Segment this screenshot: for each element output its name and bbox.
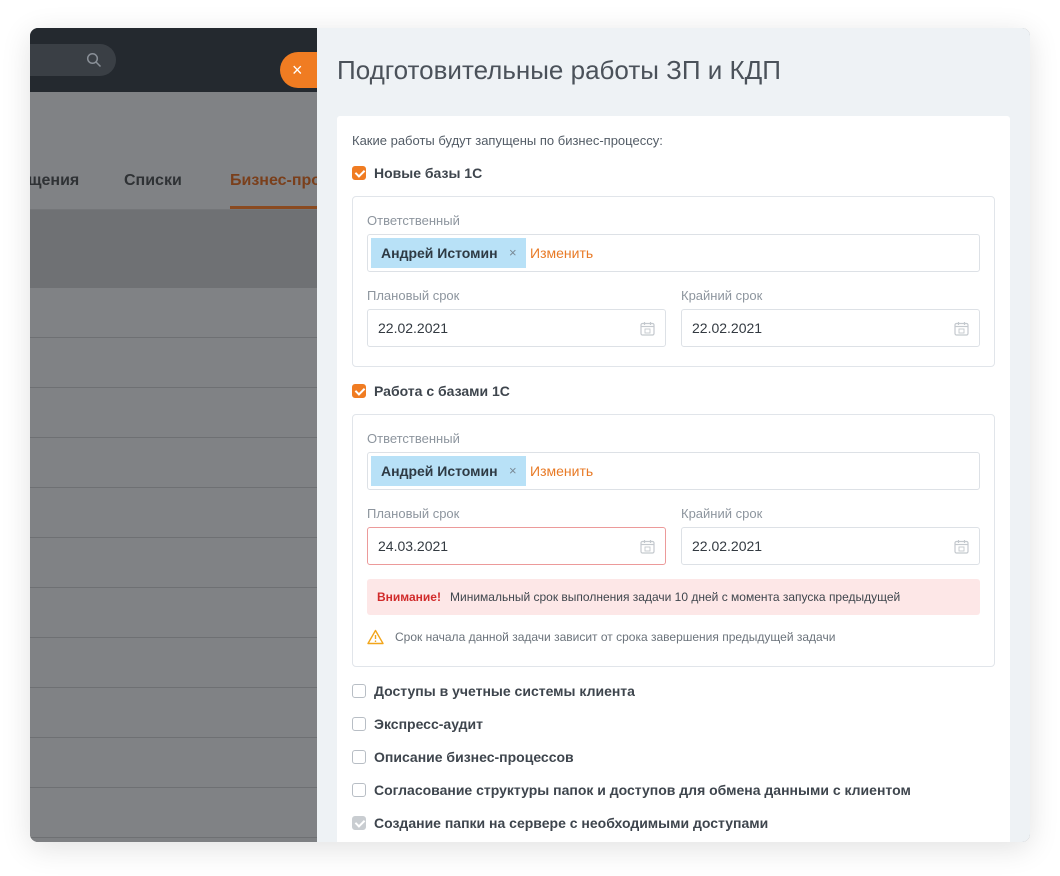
task-checkbox[interactable] — [352, 166, 366, 180]
task-label: Работа с базами 1С — [374, 383, 510, 399]
task-section: Ответственный Андрей Истомин × Изменить П… — [352, 414, 995, 667]
calendar-icon[interactable] — [640, 321, 655, 336]
date-value: 24.03.2021 — [378, 538, 449, 554]
table-row[interactable] — [30, 488, 317, 538]
task-label: Создание папки на сервере с необходимыми… — [374, 815, 769, 831]
planned-date-label: Плановый срок — [367, 288, 460, 303]
task-checkbox[interactable] — [352, 684, 366, 698]
app-window: щения Списки Бизнес-про × Подготовительн… — [30, 28, 1030, 842]
warning-message: Внимание! Минимальный срок выполнения за… — [367, 579, 980, 615]
task-label: Новые базы 1С — [374, 165, 483, 181]
user-name: Андрей Истомин — [381, 463, 498, 479]
calendar-icon[interactable] — [954, 539, 969, 554]
task-new-bases[interactable]: Новые базы 1С — [352, 165, 482, 181]
task-checkbox — [352, 816, 366, 830]
task-label: Согласование структуры папок и доступов … — [374, 782, 911, 798]
table-rows — [30, 288, 317, 838]
date-value: 22.02.2021 — [692, 320, 763, 336]
warning-title: Внимание! — [377, 590, 441, 604]
change-responsible-link[interactable]: Изменить — [530, 235, 593, 271]
background-content: щения Списки Бизнес-про — [30, 92, 321, 842]
deadline-input[interactable]: 22.02.2021 — [681, 309, 980, 347]
task-label: Экспресс-аудит — [374, 716, 483, 732]
task-folder-structure[interactable]: Согласование структуры папок и доступов … — [352, 782, 911, 798]
close-icon: × — [292, 60, 303, 80]
user-chip: Андрей Истомин × — [371, 238, 526, 268]
task-checkbox[interactable] — [352, 750, 366, 764]
tab-business-processes[interactable]: Бизнес-про — [230, 172, 321, 190]
date-value: 22.02.2021 — [692, 538, 763, 554]
active-tab-indicator — [230, 206, 317, 209]
search-icon — [86, 52, 102, 68]
panel-title: Подготовительные работы ЗП и КДП — [337, 55, 781, 85]
date-value: 22.02.2021 — [378, 320, 449, 336]
table-row[interactable] — [30, 738, 317, 788]
task-section: Ответственный Андрей Истомин × Изменить П… — [352, 196, 995, 367]
task-work-with-bases[interactable]: Работа с базами 1С — [352, 383, 510, 399]
task-checkbox[interactable] — [352, 384, 366, 398]
table-row[interactable] — [30, 288, 317, 338]
close-panel-button[interactable]: × — [280, 52, 320, 88]
sub-header — [30, 92, 317, 144]
planned-date-input[interactable]: 24.03.2021 — [367, 527, 666, 565]
responsible-label: Ответственный — [367, 213, 460, 228]
table-row[interactable] — [30, 588, 317, 638]
tab-lists[interactable]: Списки — [124, 172, 182, 190]
calendar-icon[interactable] — [640, 539, 655, 554]
task-checkbox[interactable] — [352, 783, 366, 797]
deadline-input[interactable]: 22.02.2021 — [681, 527, 980, 565]
table-row[interactable] — [30, 788, 317, 838]
task-process-description[interactable]: Описание бизнес-процессов — [352, 749, 574, 765]
table-row[interactable] — [30, 688, 317, 738]
user-name: Андрей Истомин — [381, 245, 498, 261]
calendar-icon[interactable] — [954, 321, 969, 336]
task-label: Доступы в учетные системы клиента — [374, 683, 635, 699]
tab-notifications[interactable]: щения — [30, 172, 79, 190]
task-express-audit[interactable]: Экспресс-аудит — [352, 716, 483, 732]
planned-date-label: Плановый срок — [367, 506, 460, 521]
remove-user-icon[interactable]: × — [509, 238, 517, 268]
task-client-access[interactable]: Доступы в учетные системы клиента — [352, 683, 635, 699]
hint-text: Срок начала данной задачи зависит от сро… — [395, 630, 836, 644]
user-chip: Андрей Истомин × — [371, 456, 526, 486]
responsible-field[interactable]: Андрей Истомин × Изменить — [367, 234, 980, 272]
search-bar[interactable] — [30, 44, 116, 76]
table-header — [30, 210, 317, 288]
table-row[interactable] — [30, 438, 317, 488]
responsible-field[interactable]: Андрей Истомин × Изменить — [367, 452, 980, 490]
side-panel: Подготовительные работы ЗП и КДП Какие р… — [317, 28, 1030, 842]
change-responsible-link[interactable]: Изменить — [530, 453, 593, 489]
table-row[interactable] — [30, 638, 317, 688]
task-label: Описание бизнес-процессов — [374, 749, 574, 765]
table-row[interactable] — [30, 338, 317, 388]
remove-user-icon[interactable]: × — [509, 456, 517, 486]
tasks-card: Какие работы будут запущены по бизнес-пр… — [337, 116, 1010, 842]
responsible-label: Ответственный — [367, 431, 460, 446]
top-bar — [30, 28, 317, 92]
deadline-label: Крайний срок — [681, 506, 763, 521]
table-row[interactable] — [30, 538, 317, 588]
task-checkbox[interactable] — [352, 717, 366, 731]
task-server-folder: Создание папки на сервере с необходимыми… — [352, 815, 768, 831]
intro-text: Какие работы будут запущены по бизнес-пр… — [352, 133, 663, 148]
planned-date-input[interactable]: 22.02.2021 — [367, 309, 666, 347]
table-row[interactable] — [30, 388, 317, 438]
warning-text: Минимальный срок выполнения задачи 10 дн… — [450, 590, 901, 604]
warning-triangle-icon — [367, 629, 384, 645]
tab-bar: щения Списки Бизнес-про — [30, 144, 321, 210]
deadline-label: Крайний срок — [681, 288, 763, 303]
